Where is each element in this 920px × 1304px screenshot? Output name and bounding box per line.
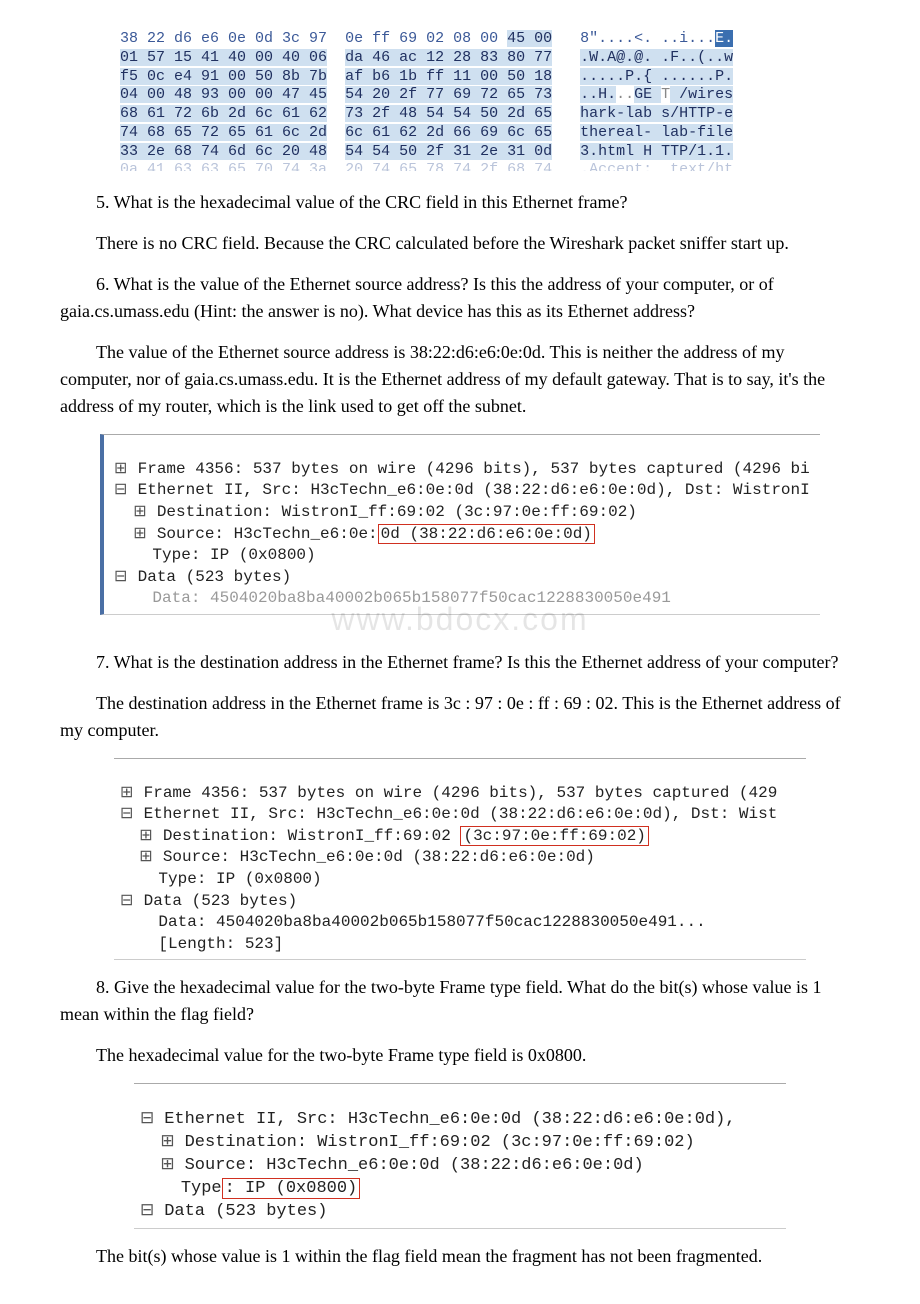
hex-row: 68 61 72 6b 2d 6c 61 62 73 2f 48 54 54 5… xyxy=(120,105,800,124)
hex-dump-panel: 38 22 d6 e6 0e 0d 3c 97 0e ff 69 02 08 0… xyxy=(120,30,800,171)
expand-icon: ⊞ xyxy=(120,783,134,805)
highlight-box: 0d (38:22:d6:e6:0e:0d) xyxy=(378,524,595,544)
expand-icon: ⊞ xyxy=(139,847,153,869)
highlight-box: : IP (0x0800) xyxy=(222,1178,361,1199)
q8-question: 8. Give the hexadecimal value for the tw… xyxy=(60,974,860,1028)
collapse-icon: ⊟ xyxy=(114,567,128,589)
q8-answer-1: The hexadecimal value for the two-byte F… xyxy=(60,1042,860,1069)
hex-row: 04 00 48 93 00 00 47 45 54 20 2f 77 69 7… xyxy=(120,86,800,105)
hex-row: 38 22 d6 e6 0e 0d 3c 97 0e ff 69 02 08 0… xyxy=(120,30,800,49)
q7-question: 7. What is the destination address in th… xyxy=(60,649,860,676)
q6-answer: The value of the Ethernet source address… xyxy=(60,339,860,420)
wireshark-detail-1: ⊞ Frame 4356: 537 bytes on wire (4296 bi… xyxy=(100,434,820,615)
hex-row: 33 2e 68 74 6d 6c 20 48 54 54 50 2f 31 2… xyxy=(120,143,800,162)
hex-row: f5 0c e4 91 00 50 8b 7b af b6 1b ff 11 0… xyxy=(120,68,800,87)
hex-row: 74 68 65 72 65 61 6c 2d 6c 61 62 2d 66 6… xyxy=(120,124,800,143)
collapse-icon: ⊟ xyxy=(120,891,134,913)
expand-icon: ⊞ xyxy=(133,502,147,524)
collapse-icon: ⊟ xyxy=(120,804,134,826)
q5-question: 5. What is the hexadecimal value of the … xyxy=(60,189,860,216)
wireshark-detail-2: ⊞ Frame 4356: 537 bytes on wire (4296 bi… xyxy=(114,758,806,960)
expand-icon: ⊞ xyxy=(133,524,147,546)
expand-icon: ⊞ xyxy=(160,1155,174,1178)
hex-row: 01 57 15 41 40 00 40 06 da 46 ac 12 28 8… xyxy=(120,49,800,68)
q5-answer: There is no CRC field. Because the CRC c… xyxy=(60,230,860,257)
expand-icon: ⊞ xyxy=(139,826,153,848)
q6-question: 6. What is the value of the Ethernet sou… xyxy=(60,271,860,325)
q8-answer-2: The bit(s) whose value is 1 within the f… xyxy=(60,1243,860,1270)
collapse-icon: ⊟ xyxy=(140,1109,154,1132)
collapse-icon: ⊟ xyxy=(140,1201,154,1224)
collapse-icon: ⊟ xyxy=(114,480,128,502)
expand-icon: ⊞ xyxy=(114,459,128,481)
q7-answer: The destination address in the Ethernet … xyxy=(60,690,860,744)
expand-icon: ⊞ xyxy=(160,1132,174,1155)
wireshark-detail-3: ⊟ Ethernet II, Src: H3cTechn_e6:0e:0d (3… xyxy=(134,1083,786,1229)
hex-row: 0a 41 63 63 65 70 74 3a 20 74 65 78 74 2… xyxy=(120,161,800,171)
highlight-box: (3c:97:0e:ff:69:02) xyxy=(460,826,648,846)
